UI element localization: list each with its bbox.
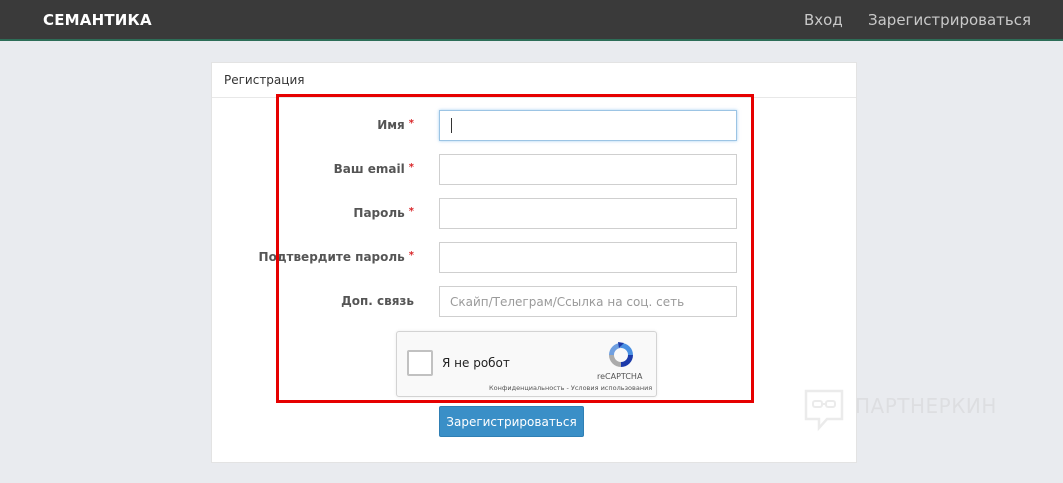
required-marker: * [408,162,414,173]
extra-contact-label: Доп. связь [341,294,414,308]
recaptcha-terms-link[interactable]: Конфиденциальность - Условия использован… [489,384,652,392]
password-input[interactable] [439,198,737,229]
chat-bubble-icon [804,389,844,432]
top-navbar: СЕМАНТИКА Вход Зарегистрироваться [0,0,1063,41]
extra-contact-input[interactable] [439,286,737,317]
form-row-email: Ваш email * [276,154,754,186]
text-caret [451,118,452,133]
form-row-password: Пароль * [276,198,754,230]
register-submit-button[interactable]: Зарегистрироваться [439,406,584,437]
watermark: ПАРТНЕРКИН [803,388,1018,432]
email-input[interactable] [439,154,737,185]
recaptcha-brand: reCAPTCHA [597,372,643,381]
password-label: Пароль * [353,206,414,220]
watermark-text: ПАРТНЕРКИН [855,394,997,418]
form-row-extra-contact: Доп. связь [276,286,754,318]
required-marker: * [408,206,414,217]
confirm-password-input[interactable] [439,242,737,273]
name-label: Имя * [377,118,414,132]
required-marker: * [408,250,414,261]
recaptcha-logo-icon [609,342,633,367]
confirm-password-label: Подтвердите пароль * [258,250,414,264]
email-label: Ваш email * [333,162,414,176]
panel-heading: Регистрация [212,63,856,98]
recaptcha-widget: Я не робот reCAPTCHA Конфиденциальность … [396,331,657,397]
name-input[interactable] [439,110,737,141]
nav-login-link[interactable]: Вход [804,11,843,29]
recaptcha-label: Я не робот [442,356,510,370]
nav-register-link[interactable]: Зарегистрироваться [868,11,1031,29]
recaptcha-checkbox[interactable] [407,350,433,376]
required-marker: * [408,118,414,129]
form-row-confirm-password: Подтвердите пароль * [259,242,754,274]
brand-logo[interactable]: СЕМАНТИКА [43,11,152,29]
form-row-name: Имя * [276,110,754,142]
panel-title: Регистрация [224,73,305,87]
